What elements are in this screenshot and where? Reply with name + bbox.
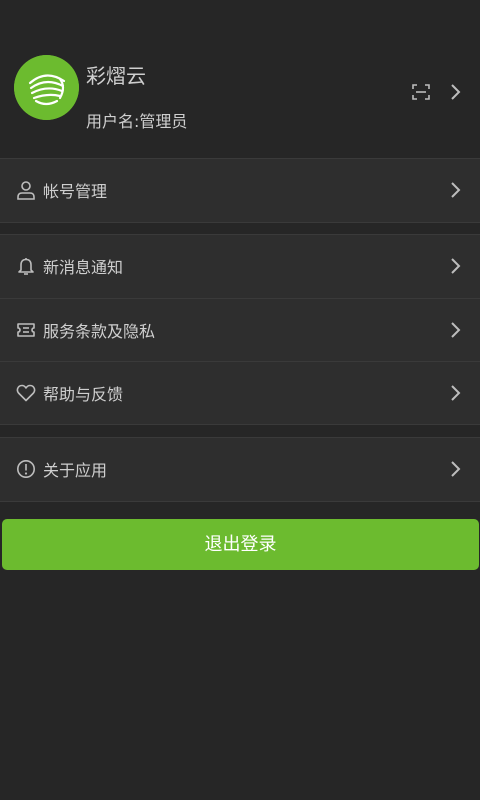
bell-icon [18,258,34,275]
menu-item-label: 新消息通知 [43,258,124,277]
about-group: 关于应用 [0,437,480,502]
menu-item-label: 服务条款及隐私 [43,322,156,341]
menu-item-about[interactable]: 关于应用 [0,438,480,501]
account-group: 帐号管理 [0,158,480,223]
heart-icon [16,384,36,402]
settings-group: 新消息通知 服务条款及隐私 帮助与反馈 [0,234,480,425]
menu-item-help-feedback[interactable]: 帮助与反馈 [0,361,480,424]
menu-item-label: 帮助与反馈 [43,385,124,404]
scan-icon[interactable] [412,83,430,101]
username-label: 用户名:管理员 [86,112,188,131]
chevron-right-icon[interactable] [449,82,463,102]
app-logo-avatar [14,55,79,120]
chevron-right-icon [451,461,461,477]
info-icon [17,460,35,478]
menu-item-label: 帐号管理 [43,182,108,201]
app-name: 彩熠云 [86,64,146,88]
ticket-icon [17,323,35,337]
chevron-right-icon [451,385,461,401]
profile-header[interactable]: 彩熠云 用户名:管理员 [0,0,480,158]
menu-item-terms-privacy[interactable]: 服务条款及隐私 [0,298,480,361]
menu-item-label: 关于应用 [43,461,108,480]
chevron-right-icon [451,322,461,338]
logout-button[interactable]: 退出登录 [2,519,479,570]
chevron-right-icon [451,258,461,274]
app-logo-icon [14,55,79,120]
menu-item-notifications[interactable]: 新消息通知 [0,235,480,298]
menu-item-account[interactable]: 帐号管理 [0,159,480,222]
user-icon [17,181,35,200]
chevron-right-icon [451,182,461,198]
